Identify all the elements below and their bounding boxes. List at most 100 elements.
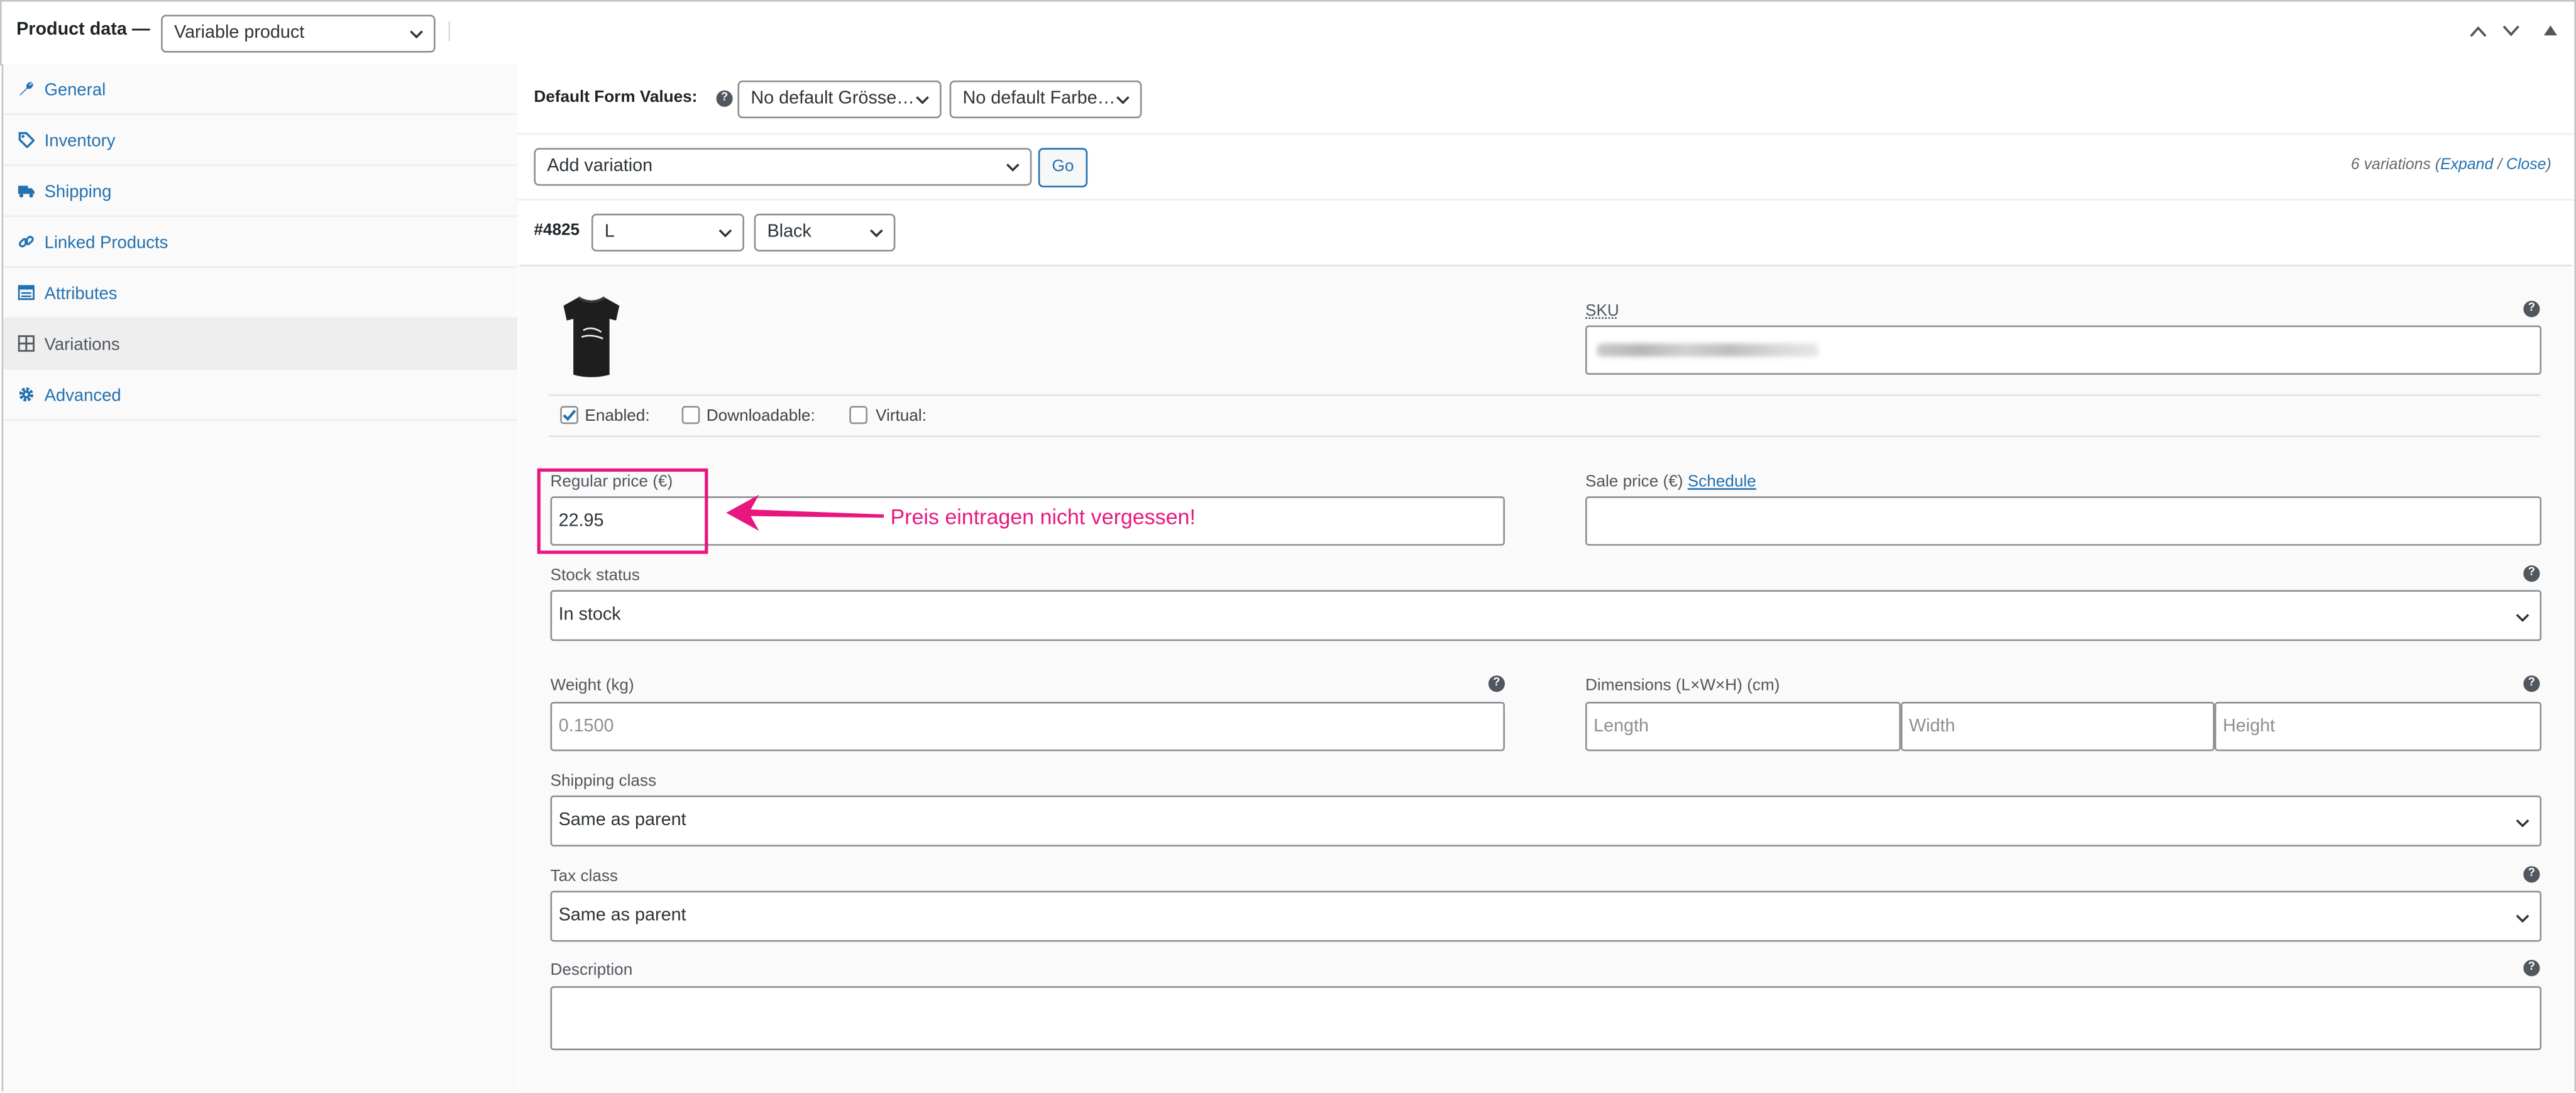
length-input[interactable]: Length	[1585, 701, 1901, 752]
downloadable-label: Downloadable:	[706, 408, 815, 426]
wrench-icon	[19, 82, 33, 96]
grid-icon	[18, 335, 35, 352]
variations-count: 6 variations (Expand / Close)	[2351, 156, 2551, 174]
schedule-link[interactable]: Schedule	[1688, 474, 1756, 492]
tab-label-attributes: Attributes	[44, 284, 118, 304]
product-type-value: Variable product	[174, 23, 305, 43]
gear-icon	[19, 387, 34, 402]
sku-redacted	[1597, 343, 1819, 357]
help-icon[interactable]: ?	[716, 90, 733, 107]
variation-body	[519, 264, 2573, 1093]
enabled-checkbox[interactable]	[560, 406, 578, 424]
product-type-select[interactable]: Variable product	[161, 14, 436, 53]
divider	[548, 435, 2540, 438]
chevron-down-icon	[410, 30, 423, 38]
tax-class-select[interactable]: Same as parent	[550, 890, 2542, 942]
variation-image[interactable]	[559, 292, 625, 381]
stock-status-select[interactable]: In stock	[550, 590, 2542, 641]
tab-label-inventory: Inventory	[44, 131, 116, 152]
divider	[517, 199, 2575, 201]
description-label: Description	[550, 961, 633, 980]
help-icon[interactable]: ?	[2523, 675, 2540, 692]
help-icon[interactable]: ?	[2523, 565, 2540, 582]
add-variation-value: Add variation	[547, 156, 653, 176]
description-textarea[interactable]	[550, 986, 2542, 1051]
default-size-value: No default Grösse…	[751, 89, 915, 109]
move-up-icon[interactable]	[2469, 25, 2487, 38]
default-color-select[interactable]: No default Farbe…	[949, 80, 1142, 119]
dimensions-label: Dimensions (L×W×H) (cm)	[1585, 677, 1780, 696]
tab-shipping[interactable]: Shipping	[3, 166, 518, 217]
chevron-down-icon	[869, 228, 883, 237]
tag-icon	[18, 131, 35, 148]
expand-link[interactable]: Expand	[2440, 156, 2493, 174]
tab-general[interactable]: General	[3, 64, 518, 115]
close-link[interactable]: Close	[2506, 156, 2546, 174]
help-icon[interactable]: ?	[2523, 301, 2540, 318]
chevron-down-icon	[1116, 95, 1130, 104]
chevron-down-icon	[2516, 819, 2529, 828]
collapse-toggle-icon[interactable]	[2543, 25, 2558, 36]
variation-size-select[interactable]: L	[591, 213, 744, 252]
tab-inventory[interactable]: Inventory	[3, 115, 518, 166]
chevron-down-icon	[2516, 614, 2529, 622]
chevron-down-icon	[916, 95, 929, 104]
default-form-values-label: Default Form Values:	[534, 89, 698, 107]
truck-icon	[18, 186, 35, 198]
chevron-down-icon	[718, 228, 732, 237]
go-button[interactable]: Go	[1038, 148, 1088, 187]
chevron-down-icon	[2516, 914, 2529, 923]
sku-label: SKU	[1585, 302, 1619, 321]
variations-count-text: 6 variations (	[2350, 156, 2441, 175]
tab-label-variations: Variations	[44, 335, 120, 355]
variation-color-select[interactable]: Black	[754, 213, 896, 252]
product-data-title: Product data —	[16, 19, 150, 40]
stock-status-value: In stock	[558, 604, 621, 625]
help-icon[interactable]: ?	[2523, 960, 2540, 977]
variation-color-value: Black	[767, 221, 812, 242]
default-size-select[interactable]: No default Grösse…	[737, 80, 942, 119]
sale-price-label: Sale price (€) Schedule	[1585, 474, 1756, 492]
shipping-class-value: Same as parent	[558, 810, 686, 830]
shipping-class-select[interactable]: Same as parent	[550, 795, 2542, 846]
height-input[interactable]: Height	[2214, 701, 2542, 752]
variation-id: #4825	[534, 221, 580, 240]
sale-price-label-text: Sale price (€)	[1585, 473, 1683, 492]
tax-class-value: Same as parent	[558, 906, 686, 926]
tab-variations[interactable]: Variations	[3, 319, 518, 370]
tab-label-advanced: Advanced	[44, 386, 121, 406]
width-input[interactable]: Width	[1900, 701, 2215, 752]
sku-input[interactable]	[1585, 325, 2542, 375]
tab-linked-products[interactable]: Linked Products	[3, 217, 518, 269]
stock-status-label: Stock status	[550, 567, 640, 585]
shipping-class-label: Shipping class	[550, 772, 657, 791]
annotation-highlight-box	[537, 468, 708, 554]
virtual-checkbox[interactable]	[849, 406, 867, 424]
tab-label-linked-products: Linked Products	[44, 233, 168, 253]
weight-label: Weight (kg)	[550, 677, 634, 696]
help-icon[interactable]: ?	[1488, 675, 1505, 692]
header-divider	[448, 21, 451, 42]
chevron-down-icon	[1006, 162, 1020, 171]
enabled-label: Enabled:	[585, 408, 650, 426]
divider	[517, 133, 2575, 135]
variations-count-end: )	[2546, 156, 2551, 175]
move-down-icon[interactable]	[2502, 25, 2520, 38]
link-icon	[19, 236, 34, 248]
checkmark-icon	[563, 409, 576, 421]
weight-input[interactable]: 0.1500	[550, 701, 1505, 752]
annotation-arrow-icon	[726, 494, 884, 531]
add-variation-select[interactable]: Add variation	[534, 148, 1032, 186]
divider	[548, 394, 2540, 396]
annotation-text: Preis eintragen nicht vergessen!	[890, 504, 1196, 530]
help-icon[interactable]: ?	[2523, 866, 2540, 883]
tab-label-shipping: Shipping	[44, 182, 112, 203]
tax-class-label: Tax class	[550, 867, 619, 886]
sale-price-input[interactable]	[1585, 496, 2542, 546]
virtual-label: Virtual:	[875, 408, 927, 426]
product-data-tabs: General Inventory Shipping Linked Produc…	[1, 64, 519, 1092]
tab-advanced[interactable]: Advanced	[3, 370, 518, 421]
default-color-value: No default Farbe…	[962, 89, 1116, 109]
downloadable-checkbox[interactable]	[681, 406, 700, 424]
tab-attributes[interactable]: Attributes	[3, 268, 518, 319]
